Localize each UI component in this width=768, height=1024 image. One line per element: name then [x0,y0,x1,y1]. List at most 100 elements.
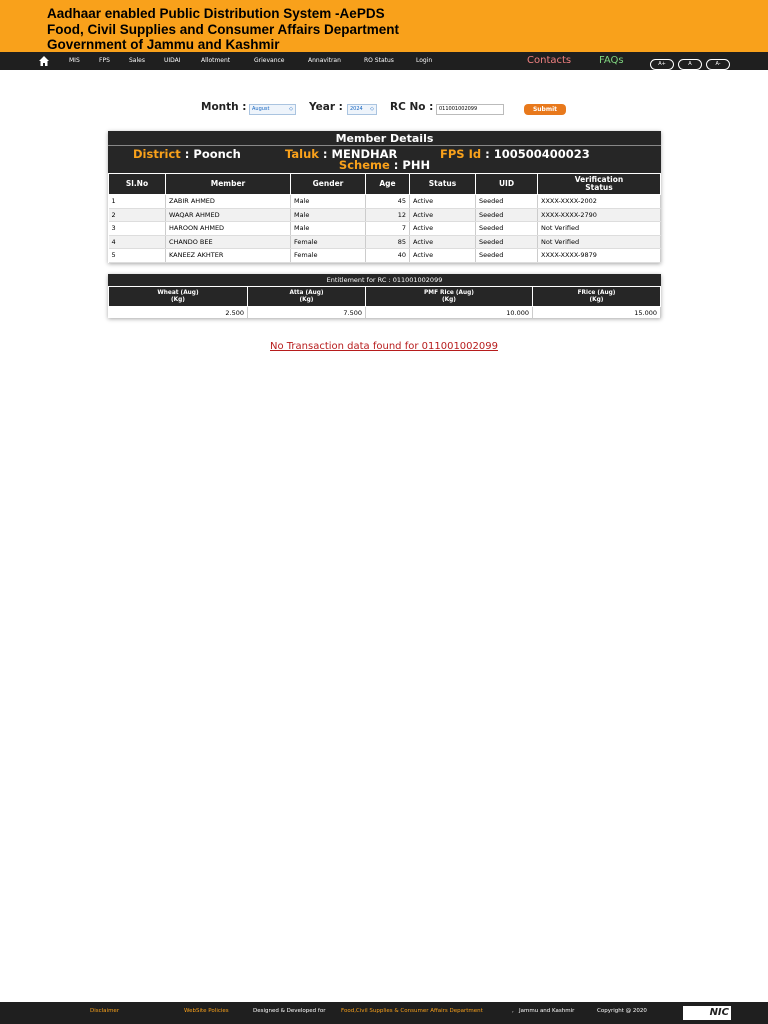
member-table: Sl.No Member Gender Age Status UID Verif… [108,173,661,263]
year-select[interactable]: 2024 ◇ [347,104,377,115]
nav-item-mis[interactable]: MIS [69,57,80,64]
department-link[interactable]: Food,Civil Supplies & Consumer Affairs D… [341,1008,483,1014]
cell-status: Active [409,194,476,209]
cell-gender: Male [290,194,366,209]
disclaimer-link[interactable]: Disclaimer [90,1008,119,1014]
col-header-frice-label: FRice (Aug) [577,289,616,296]
cell-frice: 15.000 [532,306,661,318]
nav-item-login[interactable]: Login [416,57,432,64]
col-header-atta-label: Atta (Aug) [289,289,324,296]
cell-uid: Seeded [475,221,538,236]
cell-verification: Not Verified [537,235,661,249]
scheme-value: PHH [402,158,431,172]
nav-item-fps[interactable]: FPS [99,57,110,64]
home-icon[interactable] [38,55,50,67]
state-text: Jammu and Kashmir [519,1008,575,1014]
no-transaction-message[interactable]: No Transaction data found for 0110010020… [0,341,768,352]
col-header-uid: UID [475,173,538,195]
nav-item-ro-status[interactable]: RO Status [364,57,394,64]
month-select-value: August [252,106,270,112]
month-label: Month : [201,101,247,113]
site-header: Aadhaar enabled Public Distribution Syst… [0,0,768,52]
cell-verification: XXXX-XXXX-2002 [537,194,661,209]
cell-uid: Seeded [475,194,538,209]
table-row: 4 CHANDO BEE Female 85 Active Seeded Not… [108,235,661,249]
entitlement-panel: Entitlement for RC : 011001002099 Wheat … [108,274,661,318]
cell-gender: Female [290,248,366,263]
cell-age: 12 [365,208,410,222]
col-header-verification-status: Verification Status [537,173,661,195]
cell-age: 45 [365,194,410,209]
cell-status: Active [409,248,476,263]
designed-text: Designed & Developed for [253,1008,326,1014]
col-header-age: Age [365,173,410,195]
faqs-link[interactable]: FAQs [599,55,624,66]
col-header-frice-unit: (Kg) [589,296,604,303]
col-header-wheat: Wheat (Aug) (Kg) [108,286,248,307]
col-header-pmf-rice-label: PMF Rice (Aug) [424,289,474,296]
nic-logo: NIC [683,1006,731,1020]
nav-item-uidai[interactable]: UIDAI [164,57,181,64]
cell-uid: Seeded [475,248,538,263]
footer-comma: , [512,1008,514,1014]
col-header-slno: Sl.No [108,173,166,195]
year-select-value: 2024 [350,106,363,112]
cell-member: WAQAR AHMED [165,208,291,222]
chevron-down-icon: ◇ [370,106,374,112]
chevron-down-icon: ◇ [289,106,293,112]
site-footer: Disclaimer WebSite Policies Designed & D… [0,1002,768,1024]
member-details-header: Member Details District : Poonch Taluk :… [108,131,661,173]
divider [108,145,661,146]
scheme-info: Scheme : PHH [338,158,431,172]
cell-member: ZABIR AHMED [165,194,291,209]
cell-slno: 3 [108,221,166,236]
col-header-wheat-unit: (Kg) [171,296,185,303]
government-title: Government of Jammu and Kashmir [47,37,280,52]
table-header-row: Wheat (Aug) (Kg) Atta (Aug) (Kg) PMF Ric… [108,286,661,307]
col-header-frice: FRice (Aug) (Kg) [532,286,661,307]
website-policies-link[interactable]: WebSite Policies [184,1008,229,1014]
table-row: 2.500 7.500 10.000 15.000 [108,306,661,318]
nav-item-sales[interactable]: Sales [129,57,145,64]
copyright-text: Copyright @ 2020 [597,1008,647,1014]
cell-verification: XXXX-XXXX-9879 [537,248,661,263]
rc-no-input[interactable]: 011001002099 [436,104,504,115]
cell-age: 7 [365,221,410,236]
font-normal-button[interactable]: A [678,59,702,70]
entitlement-table: Wheat (Aug) (Kg) Atta (Aug) (Kg) PMF Ric… [108,286,661,318]
cell-status: Active [409,208,476,222]
month-select[interactable]: August ◇ [249,104,296,115]
col-header-atta: Atta (Aug) (Kg) [247,286,366,307]
cell-member: CHANDO BEE [165,235,291,249]
department-title: Food, Civil Supplies and Consumer Affair… [47,22,400,37]
cell-verification: XXXX-XXXX-2790 [537,208,661,222]
cell-wheat: 2.500 [108,306,248,318]
nav-item-annavitran[interactable]: Annavitran [308,57,341,64]
cell-member: HAROON AHMED [165,221,291,236]
rc-no-label: RC No : [390,101,434,113]
main-nav: MIS FPS Sales UIDAI Allotment Grievance … [0,52,768,70]
col-header-wheat-label: Wheat (Aug) [157,289,199,296]
cell-member: KANEEZ AKHTER [165,248,291,263]
contacts-link[interactable]: Contacts [527,55,571,66]
submit-button[interactable]: Submit [524,104,566,115]
nav-item-allotment[interactable]: Allotment [201,57,230,64]
table-row: 2 WAQAR AHMED Male 12 Active Seeded XXXX… [108,208,661,222]
cell-status: Active [409,235,476,249]
col-header-pmf-rice: PMF Rice (Aug) (Kg) [365,286,533,307]
entitlement-title: Entitlement for RC : 011001002099 [108,274,661,286]
cell-age: 85 [365,235,410,249]
cell-uid: Seeded [475,235,538,249]
col-header-verification-text: Verification Status [574,175,624,192]
cell-gender: Male [290,221,366,236]
member-details-title: Member Details [335,132,434,145]
cell-slno: 2 [108,208,166,222]
site-title: Aadhaar enabled Public Distribution Syst… [47,6,385,21]
col-header-pmf-rice-unit: (Kg) [442,296,456,303]
font-increase-button[interactable]: A+ [650,59,674,70]
cell-age: 40 [365,248,410,263]
cell-status: Active [409,221,476,236]
year-label: Year : [309,101,343,113]
nav-item-grievance[interactable]: Grievance [254,57,285,64]
font-decrease-button[interactable]: A- [706,59,730,70]
